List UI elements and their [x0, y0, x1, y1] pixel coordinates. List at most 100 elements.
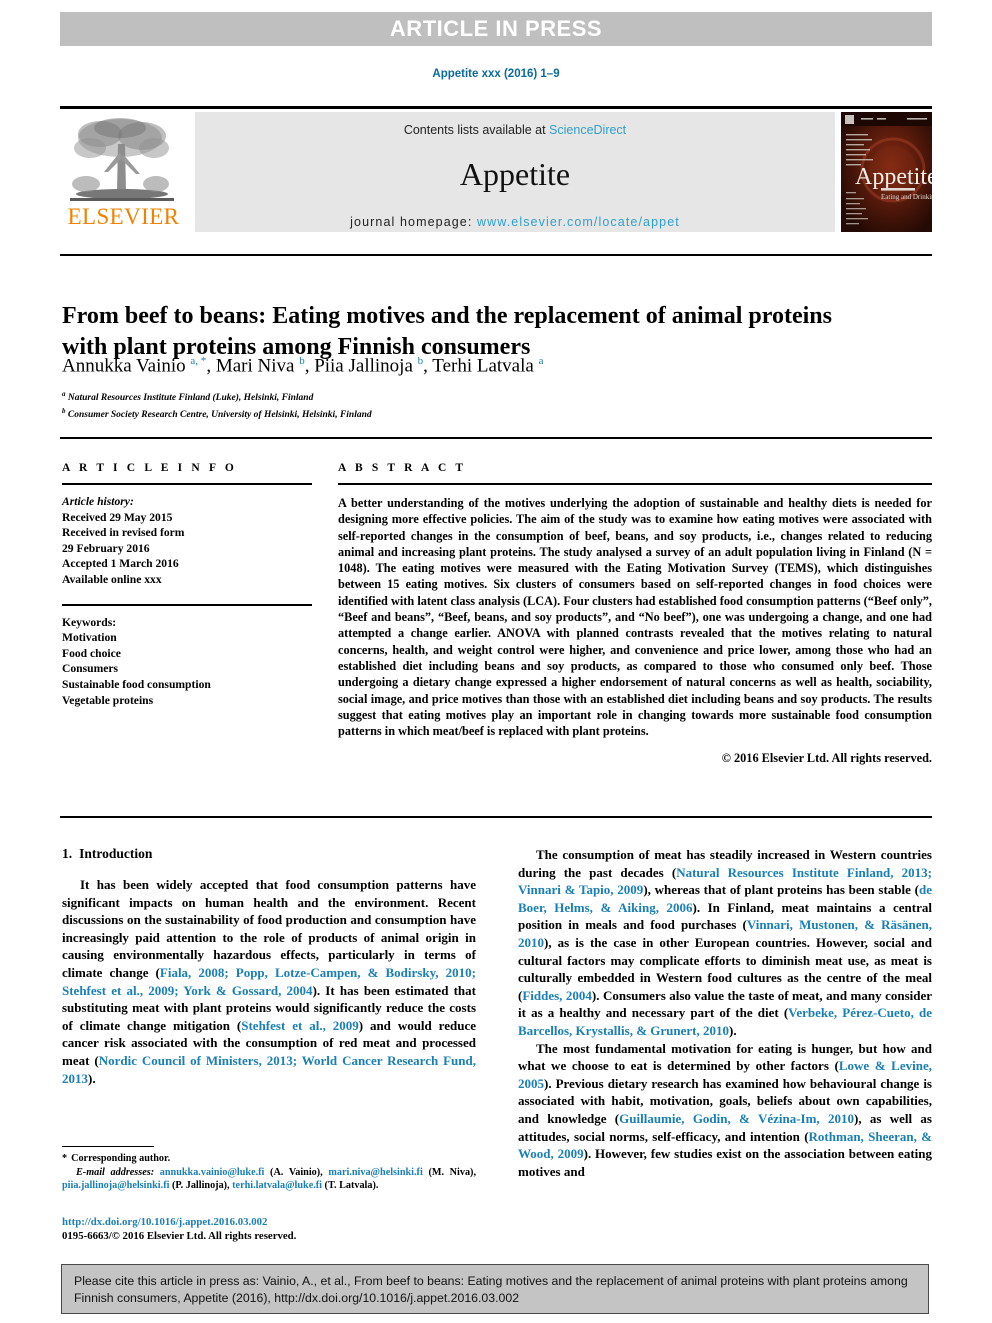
keywords-section: Keywords: Motivation Food choice Consumers…	[62, 615, 312, 709]
homepage-prefix: journal homepage:	[350, 215, 477, 229]
abstract-copyright: © 2016 Elsevier Ltd. All rights reserved…	[721, 751, 932, 766]
keyword-item: Food choice	[62, 646, 121, 660]
paragraph-text: ).	[88, 1070, 96, 1086]
article-history-item: Received in revised form	[62, 526, 185, 540]
journal-cover-image: Appetite Eating and Drinking	[841, 112, 932, 232]
issn-copyright-line: 0195-6663/© 2016 Elsevier Ltd. All right…	[62, 1230, 297, 1242]
article-history-item: Accepted 1 March 2016	[62, 557, 179, 571]
article-history-item: Received 29 May 2015	[62, 510, 173, 524]
journal-homepage-line: journal homepage: www.elsevier.com/locat…	[350, 215, 680, 229]
author-name: Piia Jallinoja	[314, 355, 418, 377]
journal-info-box: Contents lists available at ScienceDirec…	[195, 112, 835, 232]
paragraph-text: ), whereas that of plant proteins has be…	[643, 882, 919, 898]
corresponding-author-note: * Corresponding author.	[62, 1152, 476, 1166]
journal-name: Appetite	[459, 156, 571, 192]
body-paragraph: The consumption of meat has steadily inc…	[518, 846, 932, 1040]
email-link[interactable]: mari.niva@helsinki.fi	[328, 1167, 422, 1178]
article-info-heading: A R T I C L E I N F O	[62, 462, 237, 474]
cite-this-article-text: Please cite this article in press as: Va…	[74, 1274, 908, 1305]
citation-link[interactable]: Stehfest et al., 2009	[241, 1018, 358, 1033]
keyword-item: Motivation	[62, 631, 117, 645]
sciencedirect-link[interactable]: ScienceDirect	[549, 123, 626, 137]
citation-link[interactable]: Nordic Council of Ministers, 2013; World…	[62, 1053, 476, 1086]
author-name: Annukka Vainio	[62, 355, 191, 377]
email-addresses-label: E-mail addresses:	[76, 1166, 160, 1178]
article-history-item: 29 February 2016	[62, 541, 150, 555]
article-in-press-label: ARTICLE IN PRESS	[389, 16, 603, 41]
author-name: Terhi Latvala	[432, 355, 539, 377]
affiliation-text: Consumer Society Research Centre, Univer…	[65, 410, 372, 421]
cite-this-article-box: Please cite this article in press as: Va…	[61, 1264, 929, 1314]
abstract-text: A better understanding of the motives un…	[338, 496, 932, 739]
body-paragraph: It has been widely accepted that food co…	[62, 876, 476, 1087]
email-link[interactable]: piia.jallinoja@helsinki.fi	[62, 1180, 169, 1191]
keyword-items: Motivation Food choice Consumers Sustainabl…	[62, 630, 312, 708]
author-separator: ,	[423, 355, 433, 377]
article-history-label: Article history:	[62, 495, 134, 508]
article-history-item: Available online xxx	[62, 572, 162, 586]
header-top-rule	[60, 106, 932, 109]
doi-link[interactable]: http://dx.doi.org/10.1016/j.appet.2016.0…	[62, 1215, 476, 1229]
affiliation-list: a Natural Resources Institute Finland (L…	[62, 388, 662, 422]
affiliation-item: a Natural Resources Institute Finland (L…	[62, 388, 662, 405]
affiliation-item: b Consumer Society Research Centre, Univ…	[62, 405, 662, 422]
body-column-left: 1. Introduction It has been widely accept…	[62, 846, 476, 1087]
citation-link[interactable]: Guillaumie, Godin, & Vézina-Im, 2010	[619, 1111, 854, 1126]
abstract-section: A B S T R A C T A better understanding o…	[338, 462, 932, 766]
running-head-citation: Appetite xxx (2016) 1–9	[432, 68, 560, 80]
citation-link[interactable]: Fiddes, 2004	[522, 988, 592, 1003]
paragraph-text: ).	[728, 1022, 737, 1038]
elsevier-logo: ELSEVIER	[62, 114, 185, 232]
asterisk-icon: *	[62, 1153, 68, 1164]
author-affiliation-mark: a	[538, 355, 544, 367]
section-number: 1.	[62, 846, 73, 861]
email-link[interactable]: annukka.vainio@luke.fi	[160, 1167, 265, 1178]
article-in-press-banner: ARTICLE IN PRESS	[60, 12, 932, 46]
title-top-rule	[60, 254, 932, 256]
journal-header: ELSEVIER Contents lists available at Sci…	[60, 106, 932, 234]
email-owner: (T. Latvala).	[322, 1180, 379, 1192]
author-name: Mari Niva	[215, 355, 300, 377]
corresponding-author-label: Corresponding author.	[71, 1153, 171, 1164]
article-info-section: A R T I C L E I N F O Article history: R…	[62, 462, 312, 708]
svg-text:Appetite: Appetite	[855, 164, 932, 190]
keyword-item: Consumers	[62, 662, 119, 676]
contents-available-line: Contents lists available at ScienceDirec…	[404, 123, 626, 137]
contents-prefix: Contents lists available at	[403, 123, 550, 137]
author-affiliation-mark: a, *	[190, 355, 207, 367]
author-separator: ,	[206, 355, 216, 377]
page-title: From beef to beans: Eating motives and t…	[62, 303, 832, 361]
intro-right-paragraphs: The consumption of meat has steadily inc…	[518, 846, 932, 1180]
keyword-item: Vegetable proteins	[62, 693, 154, 707]
abstract-rule	[338, 483, 932, 485]
author-list: Annukka Vainio a, *, Mari Niva b, Piia J…	[62, 355, 862, 377]
keyword-item: Sustainable food consumption	[62, 677, 211, 691]
info-top-rule	[60, 437, 932, 439]
abstract-bottom-rule	[60, 816, 932, 818]
doi-block: http://dx.doi.org/10.1016/j.appet.2016.0…	[62, 1215, 476, 1243]
article-history: Article history: Received 29 May 2015 Rec…	[62, 494, 312, 588]
body-column-right: The consumption of meat has steadily inc…	[518, 846, 932, 1180]
section-title: Introduction	[79, 846, 153, 861]
article-history-items: Received 29 May 2015 Received in revised …	[62, 510, 312, 588]
email-link[interactable]: terhi.latvala@luke.fi	[232, 1180, 322, 1191]
abstract-heading: A B S T R A C T	[338, 462, 467, 474]
article-info-rule	[62, 483, 312, 485]
body-paragraph: The most fundamental motivation for eati…	[518, 1040, 932, 1181]
author-separator: ,	[304, 355, 315, 377]
journal-homepage-link[interactable]: www.elsevier.com/locate/appet	[477, 215, 680, 229]
email-owner: (M. Niva),	[422, 1166, 476, 1178]
section-heading-introduction: 1. Introduction	[62, 846, 476, 862]
elsevier-tree-icon	[70, 118, 174, 201]
elsevier-wordmark: ELSEVIER	[67, 204, 180, 229]
email-owner: (P. Jallinoja),	[169, 1180, 233, 1192]
journal-cover-thumbnail: Appetite Eating and Drinking	[841, 112, 932, 232]
email-owner: (A. Vainio),	[264, 1166, 329, 1178]
svg-text:Eating and Drinking: Eating and Drinking	[881, 193, 932, 201]
keywords-label: Keywords:	[62, 615, 117, 629]
footnote-block: * Corresponding author. E-mail addresses:…	[62, 1152, 476, 1193]
keywords-rule	[62, 603, 312, 606]
footnote-rule	[62, 1146, 154, 1147]
intro-left-paragraphs: It has been widely accepted that food co…	[62, 876, 476, 1087]
email-addresses-line: E-mail addresses: annukka.vainio@luke.fi…	[62, 1166, 476, 1193]
